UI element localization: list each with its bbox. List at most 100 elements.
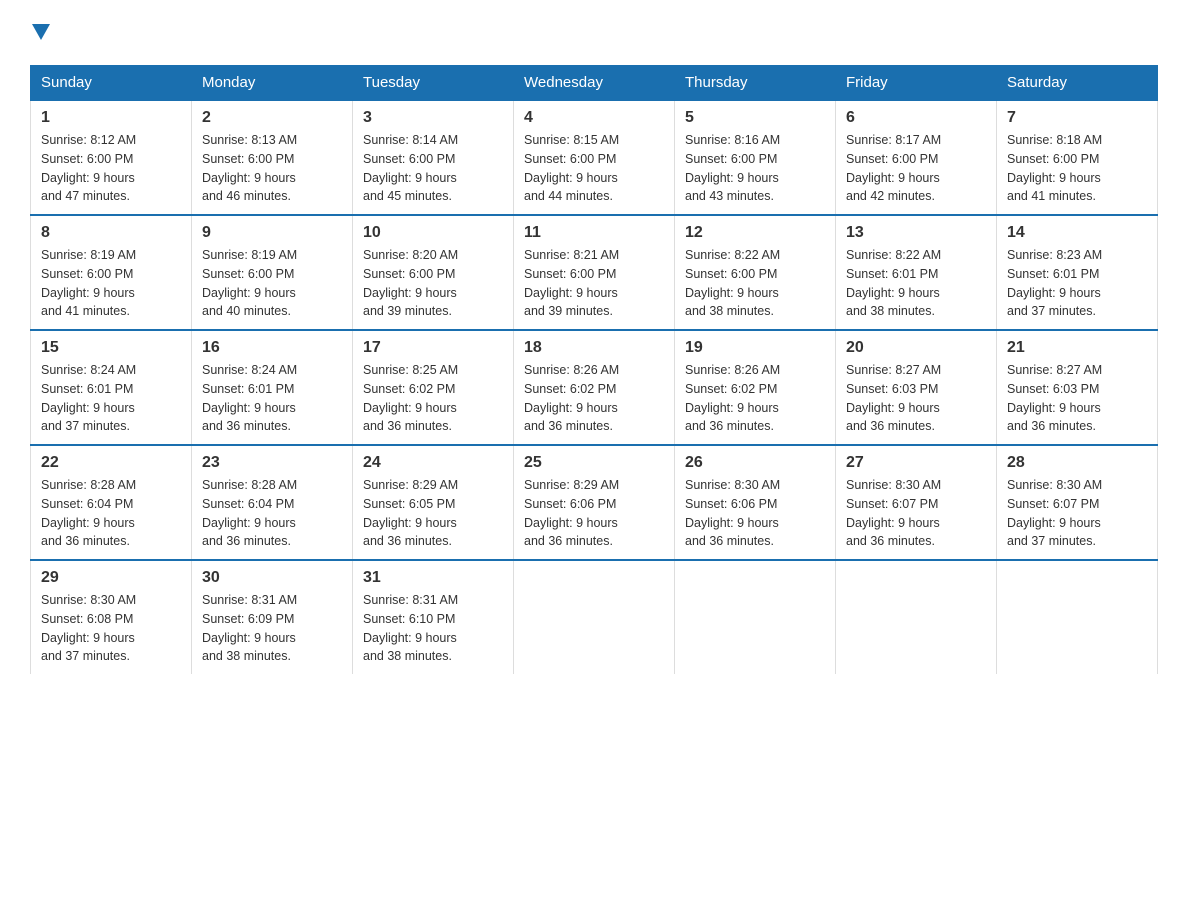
calendar-cell: 3 Sunrise: 8:14 AMSunset: 6:00 PMDaylight…: [353, 100, 514, 215]
day-number: 21: [1007, 339, 1147, 357]
day-number: 1: [41, 109, 181, 127]
day-info: Sunrise: 8:16 AMSunset: 6:00 PMDaylight:…: [685, 131, 825, 206]
calendar-cell: 26 Sunrise: 8:30 AMSunset: 6:06 PMDayligh…: [675, 445, 836, 560]
day-number: 30: [202, 569, 342, 587]
header-monday: Monday: [192, 66, 353, 101]
day-number: 10: [363, 224, 503, 242]
day-info: Sunrise: 8:25 AMSunset: 6:02 PMDaylight:…: [363, 361, 503, 436]
day-number: 28: [1007, 454, 1147, 472]
header-tuesday: Tuesday: [353, 66, 514, 101]
day-number: 22: [41, 454, 181, 472]
day-info: Sunrise: 8:23 AMSunset: 6:01 PMDaylight:…: [1007, 246, 1147, 321]
day-info: Sunrise: 8:30 AMSunset: 6:07 PMDaylight:…: [1007, 476, 1147, 551]
header-friday: Friday: [836, 66, 997, 101]
calendar-cell: 6Sunrise: 8:17 AMSunset: 6:00 PMDaylight…: [836, 100, 997, 215]
header-thursday: Thursday: [675, 66, 836, 101]
logo-arrow-icon: [32, 20, 50, 47]
calendar-cell: 14 Sunrise: 8:23 AMSunset: 6:01 PMDayligh…: [997, 215, 1158, 330]
day-info: Sunrise: 8:22 AMSunset: 6:00 PMDaylight:…: [685, 246, 825, 321]
calendar-cell: 27Sunrise: 8:30 AMSunset: 6:07 PMDayligh…: [836, 445, 997, 560]
calendar-cell: 21 Sunrise: 8:27 AMSunset: 6:03 PMDayligh…: [997, 330, 1158, 445]
calendar-cell: 24 Sunrise: 8:29 AMSunset: 6:05 PMDayligh…: [353, 445, 514, 560]
calendar-cell: 4 Sunrise: 8:15 AMSunset: 6:00 PMDaylight…: [514, 100, 675, 215]
calendar-cell: [997, 560, 1158, 674]
day-number: 9: [202, 224, 342, 242]
day-number: 17: [363, 339, 503, 357]
day-number: 12: [685, 224, 825, 242]
day-info: Sunrise: 8:26 AMSunset: 6:02 PMDaylight:…: [685, 361, 825, 436]
calendar-cell: [675, 560, 836, 674]
day-number: 13: [846, 224, 986, 242]
day-number: 26: [685, 454, 825, 472]
day-info: Sunrise: 8:28 AMSunset: 6:04 PMDaylight:…: [41, 476, 181, 551]
day-number: 7: [1007, 109, 1147, 127]
day-info: Sunrise: 8:28 AMSunset: 6:04 PMDaylight:…: [202, 476, 342, 551]
header-wednesday: Wednesday: [514, 66, 675, 101]
calendar-cell: 17 Sunrise: 8:25 AMSunset: 6:02 PMDayligh…: [353, 330, 514, 445]
calendar-cell: [514, 560, 675, 674]
calendar-cell: 23 Sunrise: 8:28 AMSunset: 6:04 PMDayligh…: [192, 445, 353, 560]
day-info: Sunrise: 8:31 AMSunset: 6:10 PMDaylight:…: [363, 591, 503, 666]
week-row-2: 8 Sunrise: 8:19 AMSunset: 6:00 PMDaylight…: [31, 215, 1158, 330]
logo: [30, 20, 50, 47]
calendar-cell: 5Sunrise: 8:16 AMSunset: 6:00 PMDaylight…: [675, 100, 836, 215]
day-number: 19: [685, 339, 825, 357]
calendar-cell: 19 Sunrise: 8:26 AMSunset: 6:02 PMDayligh…: [675, 330, 836, 445]
day-number: 23: [202, 454, 342, 472]
day-number: 18: [524, 339, 664, 357]
calendar-cell: 31 Sunrise: 8:31 AMSunset: 6:10 PMDayligh…: [353, 560, 514, 674]
day-info: Sunrise: 8:19 AMSunset: 6:00 PMDaylight:…: [202, 246, 342, 321]
day-info: Sunrise: 8:19 AMSunset: 6:00 PMDaylight:…: [41, 246, 181, 321]
header-saturday: Saturday: [997, 66, 1158, 101]
day-number: 25: [524, 454, 664, 472]
calendar-cell: 2Sunrise: 8:13 AMSunset: 6:00 PMDaylight…: [192, 100, 353, 215]
calendar-cell: 20Sunrise: 8:27 AMSunset: 6:03 PMDayligh…: [836, 330, 997, 445]
calendar-cell: 8 Sunrise: 8:19 AMSunset: 6:00 PMDaylight…: [31, 215, 192, 330]
day-info: Sunrise: 8:20 AMSunset: 6:00 PMDaylight:…: [363, 246, 503, 321]
day-number: 4: [524, 109, 664, 127]
week-row-1: 1 Sunrise: 8:12 AMSunset: 6:00 PMDaylight…: [31, 100, 1158, 215]
day-info: Sunrise: 8:22 AMSunset: 6:01 PMDaylight:…: [846, 246, 986, 321]
day-info: Sunrise: 8:30 AMSunset: 6:08 PMDaylight:…: [41, 591, 181, 666]
calendar-cell: 10 Sunrise: 8:20 AMSunset: 6:00 PMDayligh…: [353, 215, 514, 330]
day-info: Sunrise: 8:15 AMSunset: 6:00 PMDaylight:…: [524, 131, 664, 206]
day-info: Sunrise: 8:18 AMSunset: 6:00 PMDaylight:…: [1007, 131, 1147, 206]
day-number: 15: [41, 339, 181, 357]
day-number: 3: [363, 109, 503, 127]
calendar-cell: 29Sunrise: 8:30 AMSunset: 6:08 PMDayligh…: [31, 560, 192, 674]
week-row-5: 29Sunrise: 8:30 AMSunset: 6:08 PMDayligh…: [31, 560, 1158, 674]
header-sunday: Sunday: [31, 66, 192, 101]
calendar-cell: 25Sunrise: 8:29 AMSunset: 6:06 PMDayligh…: [514, 445, 675, 560]
day-info: Sunrise: 8:26 AMSunset: 6:02 PMDaylight:…: [524, 361, 664, 436]
calendar-cell: 18 Sunrise: 8:26 AMSunset: 6:02 PMDayligh…: [514, 330, 675, 445]
calendar-cell: 1 Sunrise: 8:12 AMSunset: 6:00 PMDaylight…: [31, 100, 192, 215]
day-info: Sunrise: 8:12 AMSunset: 6:00 PMDaylight:…: [41, 131, 181, 206]
week-row-3: 15 Sunrise: 8:24 AMSunset: 6:01 PMDayligh…: [31, 330, 1158, 445]
day-number: 6: [846, 109, 986, 127]
day-info: Sunrise: 8:13 AMSunset: 6:00 PMDaylight:…: [202, 131, 342, 206]
day-number: 8: [41, 224, 181, 242]
day-info: Sunrise: 8:27 AMSunset: 6:03 PMDaylight:…: [1007, 361, 1147, 436]
calendar-cell: 28 Sunrise: 8:30 AMSunset: 6:07 PMDayligh…: [997, 445, 1158, 560]
day-info: Sunrise: 8:30 AMSunset: 6:06 PMDaylight:…: [685, 476, 825, 551]
calendar-table: SundayMondayTuesdayWednesdayThursdayFrid…: [30, 65, 1158, 674]
calendar-header-row: SundayMondayTuesdayWednesdayThursdayFrid…: [31, 66, 1158, 101]
calendar-cell: 16Sunrise: 8:24 AMSunset: 6:01 PMDayligh…: [192, 330, 353, 445]
calendar-cell: 22 Sunrise: 8:28 AMSunset: 6:04 PMDayligh…: [31, 445, 192, 560]
calendar-cell: 9 Sunrise: 8:19 AMSunset: 6:00 PMDaylight…: [192, 215, 353, 330]
day-number: 24: [363, 454, 503, 472]
calendar-cell: 12 Sunrise: 8:22 AMSunset: 6:00 PMDayligh…: [675, 215, 836, 330]
day-number: 14: [1007, 224, 1147, 242]
calendar-cell: 7 Sunrise: 8:18 AMSunset: 6:00 PMDaylight…: [997, 100, 1158, 215]
day-info: Sunrise: 8:14 AMSunset: 6:00 PMDaylight:…: [363, 131, 503, 206]
calendar-cell: [836, 560, 997, 674]
day-number: 27: [846, 454, 986, 472]
calendar-cell: 15 Sunrise: 8:24 AMSunset: 6:01 PMDayligh…: [31, 330, 192, 445]
day-info: Sunrise: 8:27 AMSunset: 6:03 PMDaylight:…: [846, 361, 986, 436]
day-info: Sunrise: 8:29 AMSunset: 6:05 PMDaylight:…: [363, 476, 503, 551]
day-info: Sunrise: 8:31 AMSunset: 6:09 PMDaylight:…: [202, 591, 342, 666]
calendar-cell: 11Sunrise: 8:21 AMSunset: 6:00 PMDayligh…: [514, 215, 675, 330]
day-number: 11: [524, 224, 664, 242]
day-info: Sunrise: 8:24 AMSunset: 6:01 PMDaylight:…: [41, 361, 181, 436]
day-number: 31: [363, 569, 503, 587]
